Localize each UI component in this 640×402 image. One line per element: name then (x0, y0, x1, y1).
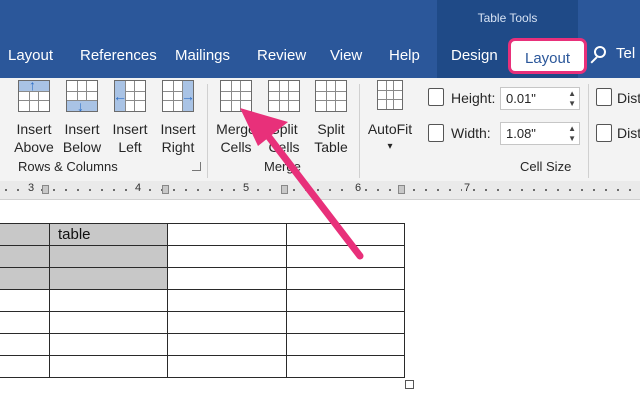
table-row (0, 355, 405, 378)
table-resize-handle[interactable] (405, 380, 414, 389)
table-row: table (0, 223, 405, 246)
ruler-number: 6 (353, 182, 364, 194)
chevron-down-icon: ▾ (387, 141, 393, 152)
tab-references[interactable]: References (80, 42, 157, 70)
width-field[interactable]: 1.08" ▲ ▼ (500, 122, 580, 145)
insert-above-icon: ↑ (18, 78, 50, 112)
height-field[interactable]: 0.01" ▲ ▼ (500, 87, 580, 110)
title-bar: Table Tools Layout References Mailings R… (0, 0, 640, 78)
ribbon: ↑ Insert Above ↓ Insert Below ← Insert L… (0, 78, 640, 182)
table-row (0, 289, 405, 312)
ruler-number: 7 (462, 182, 473, 194)
width-spinner-icon[interactable]: ▲ ▼ (568, 124, 576, 144)
distribute-rows-label[interactable]: Dist (617, 90, 640, 106)
insert-left-button[interactable]: ← Insert Left (108, 80, 152, 156)
tab-layout[interactable]: Layout (8, 42, 53, 70)
column-marker[interactable] (398, 185, 405, 194)
distribute-columns-icon (596, 124, 612, 142)
split-table-button[interactable]: Split Table (309, 80, 353, 156)
ruler-number: 4 (133, 182, 144, 194)
column-width-icon (428, 124, 444, 142)
insert-left-icon: ← (113, 80, 146, 112)
ruler-number: 3 (26, 182, 37, 194)
table-tools-label: Table Tools (477, 11, 538, 25)
distribute-rows-icon (596, 88, 612, 106)
merge-cells-icon (220, 80, 252, 112)
document-table[interactable]: table (0, 223, 405, 378)
insert-below-icon: ↓ (66, 80, 98, 113)
split-cells-icon (268, 80, 300, 112)
split-cells-button[interactable]: Split Cells (262, 80, 306, 156)
insert-below-button[interactable]: ↓ Insert Below (60, 80, 104, 156)
merge-cells-button[interactable]: Merge Cells (213, 80, 259, 156)
column-marker[interactable] (281, 185, 288, 194)
insert-above-button[interactable]: ↑ Insert Above (12, 78, 56, 156)
row-height-icon (428, 88, 444, 106)
tab-table-design[interactable]: Design (451, 42, 498, 70)
cell-size-group-label: Cell Size (520, 159, 572, 174)
autofit-button[interactable]: AutoFit ▾ (365, 80, 415, 156)
merge-group-label: Merge (264, 159, 301, 174)
dialog-launcher-icon[interactable] (192, 162, 201, 171)
ruler-number: 5 (241, 182, 252, 194)
document-area[interactable]: table (0, 200, 640, 402)
tab-mailings[interactable]: Mailings (175, 42, 230, 70)
distribute-columns-label[interactable]: Dist (617, 125, 640, 141)
rows-columns-group-label: Rows & Columns (18, 159, 118, 174)
tab-help[interactable]: Help (389, 42, 420, 70)
column-marker[interactable] (162, 185, 169, 194)
tell-me-search[interactable]: Tel (592, 44, 640, 68)
table-row (0, 267, 405, 290)
height-spinner-icon[interactable]: ▲ ▼ (568, 89, 576, 109)
column-marker[interactable] (42, 185, 49, 194)
tab-view[interactable]: View (330, 42, 362, 70)
tab-table-layout[interactable]: Layout (508, 38, 588, 74)
table-row (0, 311, 405, 334)
horizontal-ruler[interactable]: 3 4 5 6 7 (0, 181, 640, 200)
insert-right-button[interactable]: → Insert Right (156, 80, 200, 156)
search-icon (594, 46, 606, 58)
table-row (0, 333, 405, 356)
table-row (0, 245, 405, 268)
autofit-icon (377, 80, 403, 110)
tell-me-label: Tel (616, 45, 636, 62)
split-table-icon (315, 80, 347, 112)
height-label: Height: (451, 90, 496, 106)
width-label: Width: (451, 125, 491, 141)
tab-review[interactable]: Review (257, 42, 306, 70)
insert-right-icon: → (162, 80, 195, 112)
